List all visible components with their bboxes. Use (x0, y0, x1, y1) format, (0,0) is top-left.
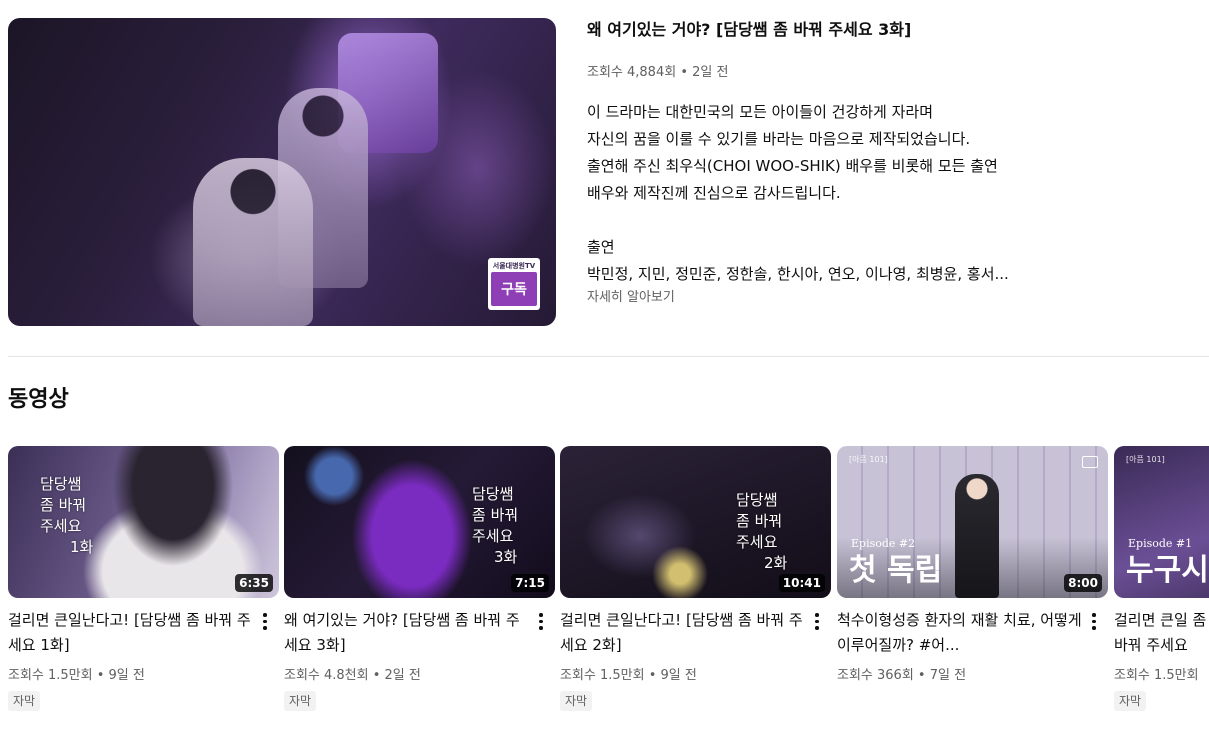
video-grid: 담당쌤 좀 바꿔 주세요 1화 6:35 걸리면 큰일난다고! [담당쌤 좀 바… (8, 446, 1209, 730)
description-line: 배우와 제작진께 진심으로 감사드립니다. (587, 184, 841, 202)
video-title[interactable]: 걸리면 큰일난다고! [담당쌤 좀 바꿔 주세요 2화] (560, 608, 807, 658)
overlay-line: 담당쌤 (472, 485, 514, 503)
overlay-line: 좀 바꿔 (40, 496, 87, 514)
duration-badge: 7:15 (511, 574, 549, 592)
video-card[interactable]: 담당쌤 좀 바꿔 주세요 1화 6:35 걸리면 큰일난다고! [담당쌤 좀 바… (8, 446, 279, 711)
episode-label: Episode #2 (851, 537, 916, 550)
overlay-line: 주세요 (736, 533, 778, 551)
video-thumbnail[interactable]: 담당쌤 좀 바꿔 주세요 3화 7:15 (284, 446, 555, 598)
channel-watermark-label: 서울대병원TV (492, 262, 536, 270)
duration-badge: 6:35 (235, 574, 273, 592)
overlay-line: 주세요 (472, 527, 514, 545)
video-card[interactable]: [아픔 101] Episode #1 누구시 걸리면 큰일 좀 바꿔 주세요 … (1114, 446, 1209, 711)
overlay-line: 좀 바꿔 (472, 506, 519, 524)
subscribe-watermark-button[interactable]: 구독 (491, 272, 537, 306)
cast-list: 박민정, 지민, 정민준, 정한솔, 한시아, 연오, 이나영, 최병윤, 홍서… (587, 265, 1009, 283)
video-thumbnail[interactable]: 담당쌤 좀 바꿔 주세요 2화 10:41 (560, 446, 831, 598)
featured-thumbnail[interactable]: 서울대병원TV 구독 (8, 18, 556, 326)
video-title[interactable]: 걸리면 큰일 좀 바꿔 주세요 (1114, 608, 1209, 658)
video-title[interactable]: 척수이형성증 환자의 재활 치료, 어떻게 이루어질까? #어... (837, 608, 1084, 658)
overlay-line: 2화 (764, 554, 788, 572)
section-divider (8, 356, 1209, 357)
video-thumbnail[interactable]: 담당쌤 좀 바꿔 주세요 1화 6:35 (8, 446, 279, 598)
thumbnail-big-title: 첫 독립 (849, 553, 943, 588)
featured-description: 이 드라마는 대한민국의 모든 아이들이 건강하게 자라며 자신의 꿈을 이룰 … (587, 99, 1209, 288)
caption-badge: 자막 (1114, 691, 1147, 711)
video-meta: 조회수 4.8천회 • 2일 전 (284, 668, 421, 683)
overlay-line: 주세요 (40, 517, 82, 535)
video-meta: 조회수 1.5만회 (1114, 668, 1199, 683)
video-card[interactable]: 담당쌤 좀 바꿔 주세요 3화 7:15 왜 여기있는 거야? [담당쌤 좀 바… (284, 446, 555, 711)
video-thumbnail[interactable]: [아픔 101] Episode #2 첫 독립 8:00 (837, 446, 1108, 598)
featured-meta: 조회수 4,884회 • 2일 전 (587, 65, 729, 80)
overlay-line: 담당쌤 (736, 491, 778, 509)
thumbnail-overlay-text: 담당쌤 좀 바꿔 주세요 3화 (472, 484, 518, 568)
video-title[interactable]: 왜 여기있는 거야? [담당쌤 좀 바꿔 주세요 3화] (284, 608, 531, 658)
overlay-line: 1화 (70, 538, 94, 556)
more-options-icon[interactable] (255, 608, 275, 632)
thumbnail-big-title: 누구시 (1126, 553, 1209, 588)
duration-badge: 8:00 (1064, 574, 1102, 592)
video-title[interactable]: 걸리면 큰일난다고! [담당쌤 좀 바꿔 주세요 1화] (8, 608, 255, 658)
playlist-icon (1082, 456, 1098, 468)
overlay-line: 좀 바꿔 (736, 512, 783, 530)
featured-title[interactable]: 왜 여기있는 거야? [담당쌤 좀 바꿔 주세요 3화] (587, 18, 1209, 42)
series-tag: [아픔 101] (1126, 455, 1165, 464)
video-meta: 조회수 1.5만회 • 9일 전 (8, 668, 145, 683)
description-line: 자신의 꿈을 이룰 수 있기를 바라는 마음으로 제작되었습니다. (587, 130, 971, 148)
read-more-link[interactable]: 자세히 알아보기 (587, 289, 1209, 307)
video-thumbnail[interactable]: [아픔 101] Episode #1 누구시 (1114, 446, 1209, 598)
duration-badge: 10:41 (778, 574, 825, 592)
caption-badge: 자막 (8, 691, 41, 711)
description-line: 출연해 주신 최우식(CHOI WOO-SHIK) 배우를 비롯해 모든 출연 (587, 157, 998, 175)
video-meta: 조회수 366회 • 7일 전 (837, 668, 967, 683)
more-options-icon[interactable] (1084, 608, 1104, 632)
overlay-line: 담당쌤 (40, 475, 82, 493)
video-meta: 조회수 1.5만회 • 9일 전 (560, 668, 697, 683)
thumbnail-figure (955, 474, 999, 598)
caption-badge: 자막 (284, 691, 317, 711)
subscribe-watermark[interactable]: 서울대병원TV 구독 (488, 258, 540, 310)
more-options-icon[interactable] (807, 608, 827, 632)
featured-video: 서울대병원TV 구독 왜 여기있는 거야? [담당쌤 좀 바꿔 주세요 3화] … (8, 18, 1209, 326)
video-card[interactable]: 담당쌤 좀 바꿔 주세요 2화 10:41 걸리면 큰일난다고! [담당쌤 좀 … (560, 446, 831, 711)
caption-badge: 자막 (560, 691, 593, 711)
episode-label: Episode #1 (1128, 537, 1193, 550)
overlay-line: 3화 (494, 548, 518, 566)
thumbnail-overlay-text: 담당쌤 좀 바꿔 주세요 2화 (736, 490, 787, 574)
video-card[interactable]: [아픔 101] Episode #2 첫 독립 8:00 척수이형성증 환자의… (837, 446, 1108, 685)
cast-heading: 출연 (587, 238, 615, 256)
thumbnail-overlay-text: 담당쌤 좀 바꿔 주세요 1화 (40, 474, 93, 558)
series-tag: [아픔 101] (849, 455, 888, 464)
more-options-icon[interactable] (531, 608, 551, 632)
description-line: 이 드라마는 대한민국의 모든 아이들이 건강하게 자라며 (587, 103, 934, 121)
section-title[interactable]: 동영상 (8, 384, 69, 416)
thumbnail-figure (193, 158, 313, 326)
featured-info: 왜 여기있는 거야? [담당쌤 좀 바꿔 주세요 3화] 조회수 4,884회 … (587, 18, 1209, 307)
